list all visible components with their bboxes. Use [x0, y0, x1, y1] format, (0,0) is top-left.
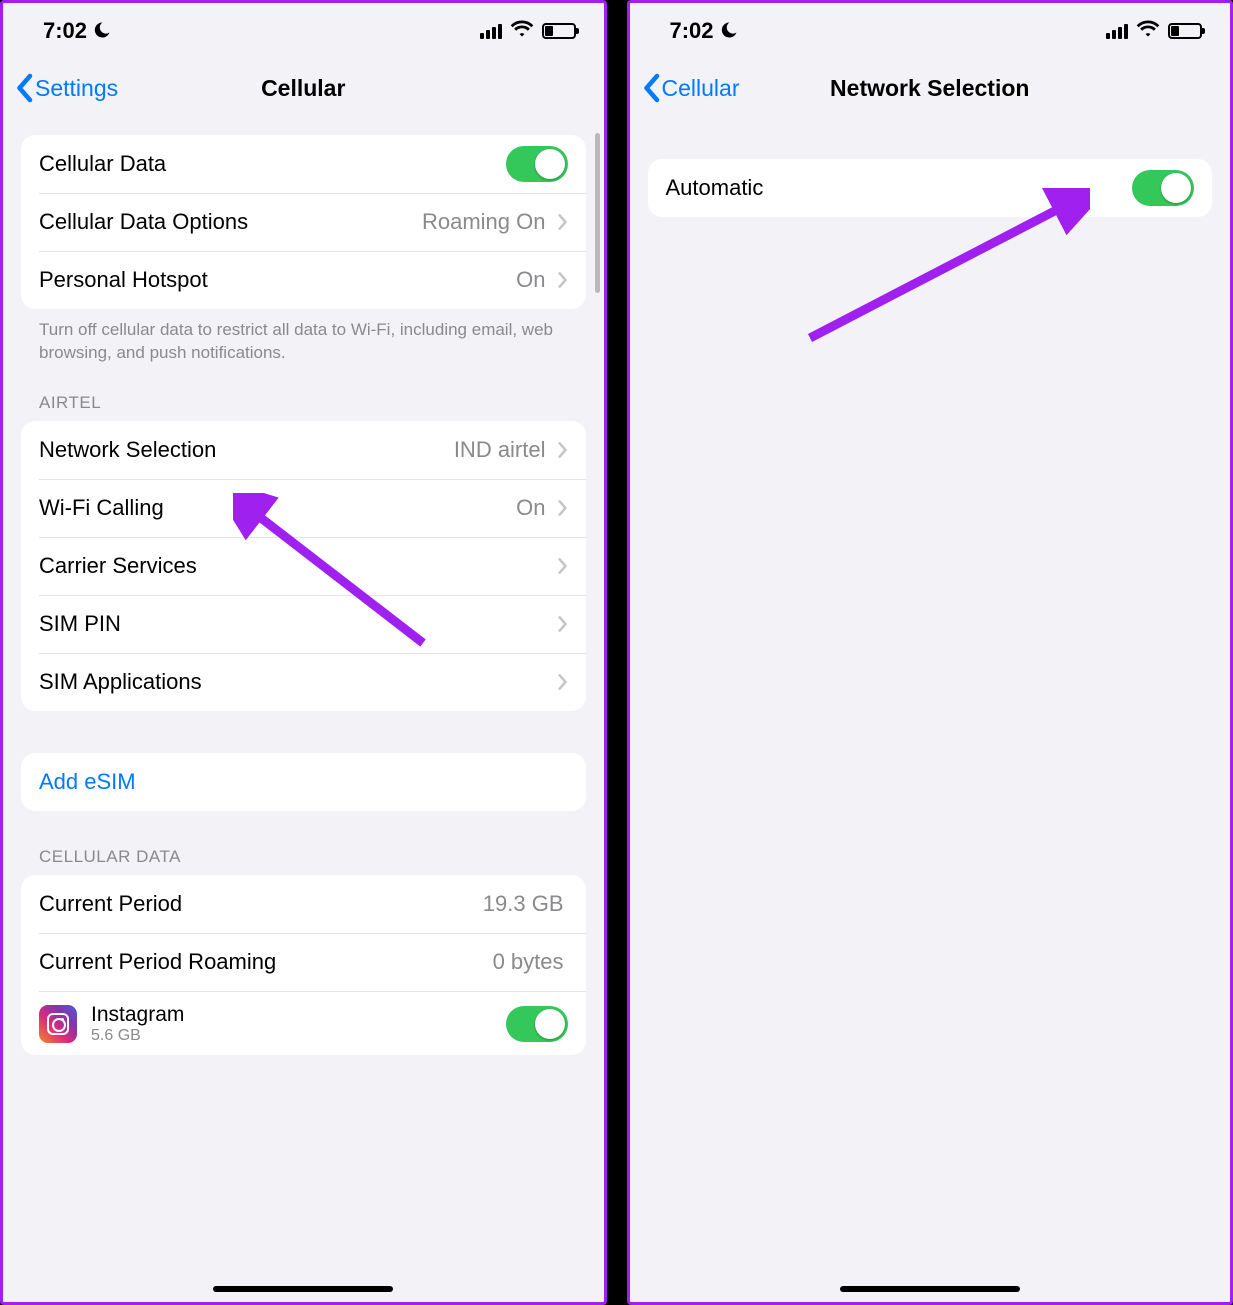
wifi-icon: [510, 16, 534, 46]
status-time: 7:02: [43, 18, 87, 44]
chevron-left-icon: [15, 73, 33, 103]
add-esim-label: Add eSIM: [39, 769, 568, 795]
current-period-roaming-row[interactable]: Current Period Roaming 0 bytes: [21, 933, 586, 991]
cellular-data-row[interactable]: Cellular Data: [21, 135, 586, 193]
network-selection-row[interactable]: Network Selection IND airtel: [21, 421, 586, 479]
current-period-label: Current Period: [39, 891, 483, 917]
carrier-services-row[interactable]: Carrier Services: [21, 537, 586, 595]
sim-applications-row[interactable]: SIM Applications: [21, 653, 586, 711]
network-selection-screen: 7:02 Cellular Network Selection Automati…: [627, 0, 1233, 1305]
personal-hotspot-value: On: [516, 267, 545, 293]
automatic-toggle[interactable]: [1132, 170, 1194, 206]
automatic-group: Automatic: [648, 159, 1213, 217]
home-indicator[interactable]: [213, 1286, 393, 1292]
cellular-main-group: Cellular Data Cellular Data Options Roam…: [21, 135, 586, 309]
battery-icon: [542, 23, 576, 39]
cellular-data-label: Cellular Data: [39, 151, 506, 177]
automatic-label: Automatic: [666, 175, 1133, 201]
cellular-usage-group: Current Period 19.3 GB Current Period Ro…: [21, 875, 586, 1055]
home-indicator[interactable]: [840, 1286, 1020, 1292]
chevron-right-icon: [558, 615, 568, 633]
current-period-value: 19.3 GB: [483, 891, 564, 917]
automatic-row[interactable]: Automatic: [648, 159, 1213, 217]
chevron-right-icon: [558, 557, 568, 575]
sim-applications-label: SIM Applications: [39, 669, 550, 695]
back-label: Settings: [35, 75, 118, 102]
status-bar: 7:02: [630, 3, 1231, 59]
current-period-roaming-value: 0 bytes: [493, 949, 564, 975]
instagram-usage-row[interactable]: Instagram 5.6 GB: [21, 991, 586, 1055]
current-period-row[interactable]: Current Period 19.3 GB: [21, 875, 586, 933]
chevron-right-icon: [558, 271, 568, 289]
status-bar: 7:02: [3, 3, 604, 59]
wifi-calling-value: On: [516, 495, 545, 521]
add-esim-row[interactable]: Add eSIM: [21, 753, 586, 811]
cellular-settings-screen: 7:02 Settings Cellular Cellular Data: [0, 0, 607, 1305]
carrier-services-label: Carrier Services: [39, 553, 550, 579]
back-label: Cellular: [662, 75, 740, 102]
airtel-section-header: AIRTEL: [21, 365, 586, 421]
personal-hotspot-row[interactable]: Personal Hotspot On: [21, 251, 586, 309]
cellular-data-options-row[interactable]: Cellular Data Options Roaming On: [21, 193, 586, 251]
cellular-signal-icon: [480, 24, 502, 39]
instagram-label: Instagram: [91, 1003, 506, 1027]
instagram-icon: [39, 1005, 77, 1043]
cellular-data-options-label: Cellular Data Options: [39, 209, 422, 235]
chevron-right-icon: [558, 213, 568, 231]
wifi-icon: [1136, 16, 1160, 46]
back-button[interactable]: Settings: [15, 73, 118, 103]
nav-bar: Settings Cellular: [3, 59, 604, 117]
chevron-right-icon: [558, 441, 568, 459]
airtel-group: Network Selection IND airtel Wi-Fi Calli…: [21, 421, 586, 711]
do-not-disturb-icon: [720, 21, 738, 42]
wifi-calling-label: Wi-Fi Calling: [39, 495, 516, 521]
current-period-roaming-label: Current Period Roaming: [39, 949, 493, 975]
chevron-right-icon: [558, 499, 568, 517]
nav-bar: Cellular Network Selection: [630, 59, 1231, 117]
wifi-calling-row[interactable]: Wi-Fi Calling On: [21, 479, 586, 537]
cellular-data-options-value: Roaming On: [422, 209, 546, 235]
cellular-signal-icon: [1106, 24, 1128, 39]
cellular-data-toggle[interactable]: [506, 146, 568, 182]
sim-pin-label: SIM PIN: [39, 611, 550, 637]
chevron-left-icon: [642, 73, 660, 103]
personal-hotspot-label: Personal Hotspot: [39, 267, 516, 293]
network-selection-label: Network Selection: [39, 437, 454, 463]
instagram-toggle[interactable]: [506, 1006, 568, 1042]
do-not-disturb-icon: [93, 21, 111, 42]
scrollbar[interactable]: [595, 133, 600, 293]
back-button[interactable]: Cellular: [642, 73, 740, 103]
chevron-right-icon: [558, 673, 568, 691]
sim-pin-row[interactable]: SIM PIN: [21, 595, 586, 653]
cellular-footer-text: Turn off cellular data to restrict all d…: [21, 309, 586, 365]
battery-icon: [1168, 23, 1202, 39]
network-selection-value: IND airtel: [454, 437, 546, 463]
status-time: 7:02: [670, 18, 714, 44]
esim-group: Add eSIM: [21, 753, 586, 811]
cellular-data-section-header: CELLULAR DATA: [21, 811, 586, 875]
instagram-size: 5.6 GB: [91, 1027, 506, 1045]
